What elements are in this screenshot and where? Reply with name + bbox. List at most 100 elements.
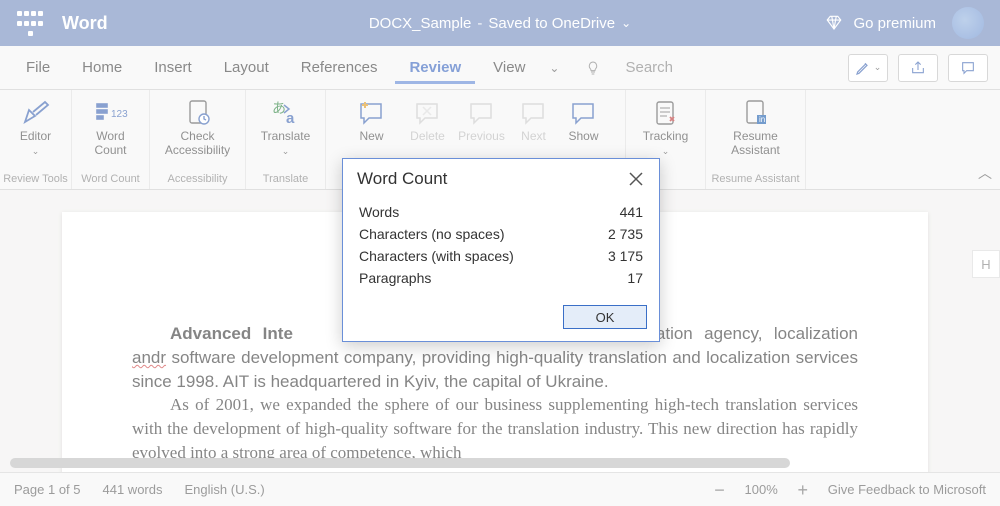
lightbulb-icon (585, 60, 601, 76)
paragraph-2[interactable]: As of 2001, we expanded the sphere of ou… (132, 393, 858, 464)
p1-part3: software development company, providing … (132, 348, 858, 391)
chevron-down-icon: ⌄ (874, 62, 882, 73)
delete-comment-button[interactable]: Delete (403, 96, 453, 146)
close-icon (627, 170, 645, 188)
delete-comment-icon (411, 98, 445, 128)
more-tabs-chevron[interactable]: ⌄ (543, 53, 565, 83)
new-comment-button[interactable]: New (341, 96, 403, 146)
heading-fragment: Advanced Inte (170, 324, 293, 343)
group-label-accessibility: Accessibility (168, 171, 228, 189)
doc-name: DOCX_Sample (369, 15, 472, 32)
previous-comment-button[interactable]: Previous (453, 96, 511, 146)
app-launcher-icon[interactable] (16, 9, 44, 37)
group-label-tracking (664, 171, 667, 189)
translate-icon: あa (269, 98, 303, 128)
stat-value: 17 (627, 270, 643, 286)
new-comment-label: New (359, 130, 383, 144)
word-count-button[interactable]: 123 Word Count (75, 96, 147, 160)
zoom-in-button[interactable]: + (794, 481, 812, 499)
editor-button[interactable]: Editor ⌄ (5, 96, 67, 159)
editing-mode-button[interactable]: ⌄ (848, 54, 888, 82)
check-accessibility-button[interactable]: Check Accessibility (154, 96, 242, 160)
group-label-translate: Translate (263, 171, 308, 189)
chevron-down-icon: ⌄ (32, 146, 40, 157)
tab-layout[interactable]: Layout (210, 51, 283, 84)
chevron-down-icon: ⌄ (662, 146, 670, 157)
scrollbar-thumb[interactable] (10, 458, 790, 468)
document-title[interactable]: DOCX_Sample - Saved to OneDrive ⌄ (369, 15, 631, 32)
status-bar: Page 1 of 5 441 words English (U.S.) − 1… (0, 472, 1000, 506)
next-comment-button[interactable]: Next (511, 96, 557, 146)
close-button[interactable] (627, 170, 645, 188)
check-accessibility-label: Check Accessibility (165, 130, 230, 158)
tab-review[interactable]: Review (395, 51, 475, 84)
tab-bar: File Home Insert Layout References Revie… (0, 46, 1000, 90)
svg-text:あ: あ (272, 100, 286, 116)
svg-text:in: in (759, 115, 765, 124)
headings-handle-label: H (981, 257, 990, 272)
stat-label: Characters (no spaces) (359, 226, 505, 242)
resume-assistant-button[interactable]: in Resume Assistant (712, 96, 800, 160)
tab-home[interactable]: Home (68, 51, 136, 84)
svg-text:123: 123 (111, 109, 128, 120)
save-status: Saved to OneDrive (488, 15, 615, 32)
next-label: Next (521, 130, 546, 144)
show-comments-icon (567, 98, 601, 128)
show-label: Show (568, 130, 598, 144)
word-count-label: Word Count (94, 130, 126, 158)
stat-value: 3 175 (608, 248, 643, 264)
feedback-link[interactable]: Give Feedback to Microsoft (828, 482, 986, 497)
stat-value: 2 735 (608, 226, 643, 242)
headings-pane-handle[interactable]: H (972, 250, 1000, 278)
share-button[interactable] (898, 54, 938, 82)
stat-label: Paragraphs (359, 270, 431, 286)
zoom-level[interactable]: 100% (745, 482, 778, 497)
previous-icon (465, 98, 499, 128)
next-icon (517, 98, 551, 128)
chevron-down-icon: ⌄ (621, 16, 631, 30)
page-indicator[interactable]: Page 1 of 5 (14, 482, 81, 497)
search-box[interactable]: Search (625, 59, 673, 76)
svg-text:a: a (286, 110, 295, 127)
tracking-button[interactable]: Tracking ⌄ (629, 96, 703, 159)
group-label-resume: Resume Assistant (711, 171, 799, 189)
user-avatar[interactable] (952, 7, 984, 39)
resume-icon: in (739, 98, 773, 128)
chevron-up-icon: ︿ (978, 163, 992, 183)
accessibility-icon (181, 98, 215, 128)
go-premium-button[interactable]: Go premium (825, 14, 936, 32)
previous-label: Previous (458, 130, 505, 144)
group-label-review-tools: Review Tools (3, 171, 68, 189)
tracking-label: Tracking (643, 130, 689, 144)
title-bar: Word DOCX_Sample - Saved to OneDrive ⌄ G… (0, 0, 1000, 46)
show-comments-button[interactable]: Show (557, 96, 611, 146)
stat-value: 441 (620, 204, 643, 220)
stat-label: Words (359, 204, 399, 220)
resume-label: Resume Assistant (731, 130, 780, 158)
tab-view[interactable]: View (479, 51, 539, 84)
share-icon (910, 60, 926, 76)
ideas-button[interactable] (585, 60, 601, 76)
spelling-error[interactable]: andr (132, 348, 166, 367)
new-comment-icon (355, 98, 389, 128)
translate-button[interactable]: あa Translate ⌄ (249, 96, 323, 159)
language-status[interactable]: English (U.S.) (184, 482, 264, 497)
horizontal-scrollbar[interactable] (10, 458, 990, 468)
comments-button[interactable] (948, 54, 988, 82)
word-count-status[interactable]: 441 words (103, 482, 163, 497)
stat-row-words: Words 441 (359, 201, 643, 223)
collapse-ribbon-button[interactable]: ︿ (970, 90, 1000, 189)
tab-file[interactable]: File (12, 51, 64, 84)
delete-comment-label: Delete (410, 130, 445, 144)
ok-button[interactable]: OK (563, 305, 647, 329)
chevron-down-icon: ⌄ (282, 146, 290, 157)
dialog-title: Word Count (357, 169, 447, 189)
zoom-out-button[interactable]: − (711, 481, 729, 499)
separator: - (477, 15, 482, 32)
tab-insert[interactable]: Insert (140, 51, 206, 84)
diamond-icon (825, 14, 843, 32)
pen-icon (855, 60, 871, 76)
tracking-icon (649, 98, 683, 128)
word-count-icon: 123 (94, 98, 128, 128)
tab-references[interactable]: References (287, 51, 392, 84)
